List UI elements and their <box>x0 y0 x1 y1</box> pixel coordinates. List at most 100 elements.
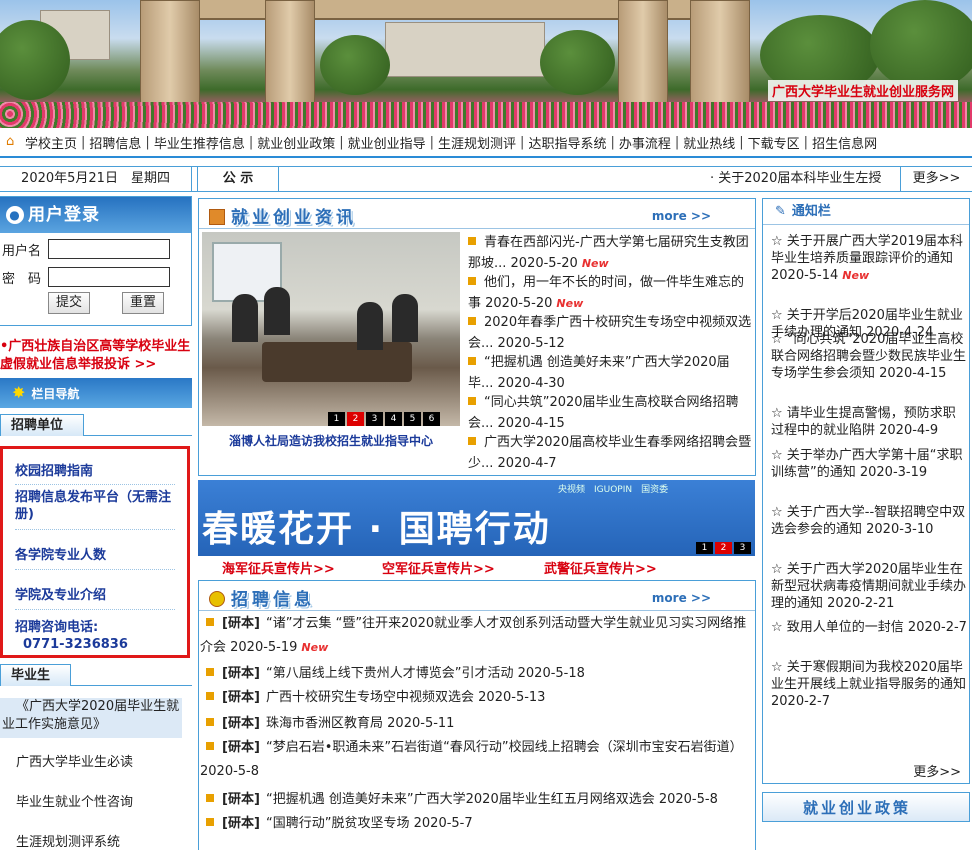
header-banner: 广西大学毕业生就业创业服务网 <box>0 0 972 128</box>
recruit-item[interactable]: [研本] 珠海市香洲区教育局 2020-5-11 <box>200 712 756 736</box>
news-photo[interactable] <box>202 232 460 426</box>
nav-separator: | <box>674 134 680 150</box>
nav-item[interactable]: 办事流程 <box>619 133 671 152</box>
nav-item[interactable]: 就业创业指导 <box>348 133 426 152</box>
news-more-link[interactable]: more >> <box>652 209 711 223</box>
grad-item-career-test[interactable]: 生涯规划测评系统 <box>0 834 182 852</box>
recruit-item[interactable]: [研本] “第八届线上线下贵州人才博览会”引才活动 2020-5-18 <box>200 662 756 686</box>
photo-pager-page[interactable]: 2 <box>347 412 364 426</box>
photo-pager-page[interactable]: 3 <box>366 412 383 426</box>
notice-item[interactable]: ☆ 关于广西大学2020届毕业生在新型冠状病毒疫情期间就业手续办理的通知 202… <box>771 561 967 612</box>
new-badge: New <box>301 641 329 654</box>
nav-item[interactable]: 下载专区 <box>748 133 800 152</box>
policy-header: 就业创业政策 <box>762 792 970 822</box>
news-item[interactable]: “把握机遇 创造美好未来”广西大学2020届毕... 2020-4-30 <box>468 352 752 394</box>
recruit-item[interactable]: [研本] “诸”才云集 “暨”往开来2020就业季人才双创系列活动暨大学生就业见… <box>200 612 756 660</box>
username-input[interactable] <box>48 239 170 259</box>
announcement-more-link[interactable]: 更多>> <box>900 167 972 191</box>
nav-item[interactable]: 毕业生推荐信息 <box>154 133 245 152</box>
login-title: 用户登录 <box>28 205 100 225</box>
false-info-report-link[interactable]: •广西壮族自治区高等学校毕业生 虚假就业信息举报投诉 >> <box>0 338 192 374</box>
recruit-more-link[interactable]: more >> <box>652 591 711 605</box>
recruit-publish-platform-link[interactable]: 招聘信息发布平台（无需注册) <box>3 489 185 523</box>
bullet-icon <box>206 794 214 802</box>
promo-slogan: 春暖花开 · 国聘行动 <box>202 509 551 550</box>
tab-employer[interactable]: 招聘单位 <box>0 414 85 436</box>
nav-item[interactable]: 招聘信息 <box>89 133 141 152</box>
promo-pager-page[interactable]: 2 <box>715 542 732 554</box>
notice-item[interactable]: ☆ 关于举办广西大学第十届“求职训练营”的通知 2020-3-19 <box>771 447 967 481</box>
bullet-icon <box>468 277 476 285</box>
bullet-icon <box>206 668 214 676</box>
notice-item[interactable]: ☆ “同心共筑”2020届毕业生高校联合网络招聘会暨少数民族毕业生专场学生参会须… <box>771 331 967 382</box>
reset-button[interactable]: 重置 <box>122 292 164 314</box>
star-icon: ✸ <box>12 383 26 402</box>
new-badge: New <box>842 269 870 282</box>
nav-item[interactable]: 生涯规划测评 <box>438 133 516 152</box>
nav-item[interactable]: 学校主页 <box>25 133 77 152</box>
photo-pager: 123456 <box>326 412 440 426</box>
bullet-icon <box>206 718 214 726</box>
nav-separator: | <box>248 134 254 150</box>
notice-item[interactable]: ☆ 关于开展广西大学2019届本科毕业生培养质量跟踪评价的通知 2020-5-1… <box>771 233 967 284</box>
password-label: 密 码 <box>2 272 42 287</box>
home-icon: ⌂ <box>6 134 15 149</box>
photo-pager-page[interactable]: 5 <box>404 412 421 426</box>
recruit-item[interactable]: [研本] “梦启石岩•职通未来”石岩街道“春风行动”校园线上招聘会（深圳市宝安石… <box>200 736 756 784</box>
announcement-marquee[interactable]: · 关于2020届本科毕业生左授 <box>710 167 890 191</box>
grad-item-must-read[interactable]: 广西大学毕业生必读 <box>0 754 182 772</box>
nav-item[interactable]: 就业创业政策 <box>257 133 335 152</box>
photo-pager-page[interactable]: 6 <box>423 412 440 426</box>
news-item[interactable]: 广西大学2020届高校毕业生春季网络招聘会暨少... 2020-4-7 <box>468 432 752 474</box>
login-box: ● 用户登录 用户名 密 码 提交 重置 <box>0 196 192 326</box>
nav-item[interactable]: 招生信息网 <box>812 133 877 152</box>
promo-pager-page[interactable]: 1 <box>696 542 713 554</box>
grad-item-implementation[interactable]: 《广西大学2020届毕业生就业工作实施意见》 <box>0 698 182 738</box>
tab-graduate[interactable]: 毕业生 <box>0 664 72 686</box>
news-section-icon <box>209 209 225 225</box>
grad-item-consult[interactable]: 毕业生就业个性咨询 <box>0 794 182 812</box>
consult-phone-number: 0771-3236836 <box>23 637 128 652</box>
armed-police-video-link[interactable]: 武警征兵宣传片>> <box>544 558 657 577</box>
nav-separator: | <box>803 134 809 150</box>
nav-item[interactable]: 达职指导系统 <box>528 133 606 152</box>
submit-button[interactable]: 提交 <box>48 292 90 314</box>
bullet-icon <box>468 397 476 405</box>
college-intro-link[interactable]: 学院及专业介绍 <box>15 587 106 604</box>
notice-item[interactable]: ☆ 关于广西大学--智联招聘空中双选会参会的通知 2020-3-10 <box>771 504 967 538</box>
news-item[interactable]: 他们，用一年不长的时间，做一件毕生难忘的事 2020-5-20 New <box>468 272 752 314</box>
notice-item[interactable]: ☆ 请毕业生提高警惕，预防求职过程中的就业陷阱 2020-4-9 <box>771 405 967 439</box>
recruit-title: 招聘信息 <box>231 590 315 610</box>
photo-pager-page[interactable]: 4 <box>385 412 402 426</box>
airforce-video-link[interactable]: 空军征兵宣传片>> <box>382 558 495 577</box>
employer-tab-header: 招聘单位 <box>0 414 192 436</box>
employer-links-box: 校园招聘指南 招聘信息发布平台（无需注册) 各学院专业人数 学院及专业介绍 招聘… <box>0 446 190 658</box>
college-major-count-link[interactable]: 各学院专业人数 <box>15 547 106 564</box>
notice-more-link[interactable]: 更多>> <box>913 761 961 780</box>
photo-pager-page[interactable]: 1 <box>328 412 345 426</box>
date-bar: 2020年5月21日 星期四 公 示 · 关于2020届本科毕业生左授 更多>> <box>0 166 972 192</box>
password-input[interactable] <box>48 267 170 287</box>
recruit-section-icon <box>209 591 225 607</box>
promo-banner[interactable]: 央视频 IGUOPIN 国资委 春暖花开 · 国聘行动 123 <box>198 480 755 556</box>
recruit-item[interactable]: [研本] “国聘行动”脱贫攻坚专场 2020-5-7 <box>200 812 756 836</box>
promo-pager: 123 <box>694 542 751 554</box>
campus-recruit-guide-link[interactable]: 校园招聘指南 <box>15 463 93 480</box>
new-badge: New <box>581 257 609 270</box>
notice-item[interactable]: ☆ 致用人单位的一封信 2020-2-7 <box>771 619 967 636</box>
news-item[interactable]: “同心共筑”2020届毕业生高校联合网络招聘会... 2020-4-15 <box>468 392 752 434</box>
news-item[interactable]: 青春在西部闪光-广西大学第七届研究生支教团那坡... 2020-5-20 New <box>468 232 752 274</box>
recruit-item[interactable]: [研本] 广西十校研究生专场空中视频双选会 2020-5-13 <box>200 686 756 710</box>
bullet-icon <box>468 357 476 365</box>
photo-caption[interactable]: 淄博人社局造访我校招生就业指导中心 <box>202 432 460 449</box>
notice-panel: ✎ 通知栏 ☆ 关于开展广西大学2019届本科毕业生培养质量跟踪评价的通知 202… <box>762 198 970 784</box>
notice-item[interactable]: ☆ 关于寒假期间为我校2020届毕业生开展线上就业指导服务的通知 2020-2-… <box>771 659 967 710</box>
news-item[interactable]: 2020年春季广西十校研究生专场空中视频双选会... 2020-5-12 <box>468 312 752 354</box>
nav-item[interactable]: 就业热线 <box>683 133 735 152</box>
bullet-icon <box>206 618 214 626</box>
navy-video-link[interactable]: 海军征兵宣传片>> <box>222 558 335 577</box>
promo-pager-page[interactable]: 3 <box>734 542 751 554</box>
bullet-icon <box>206 818 214 826</box>
recruit-item[interactable]: [研本] “把握机遇 创造美好未来”广西大学2020届毕业生红五月网络双选会 2… <box>200 788 756 812</box>
nav-separator: | <box>520 134 525 150</box>
